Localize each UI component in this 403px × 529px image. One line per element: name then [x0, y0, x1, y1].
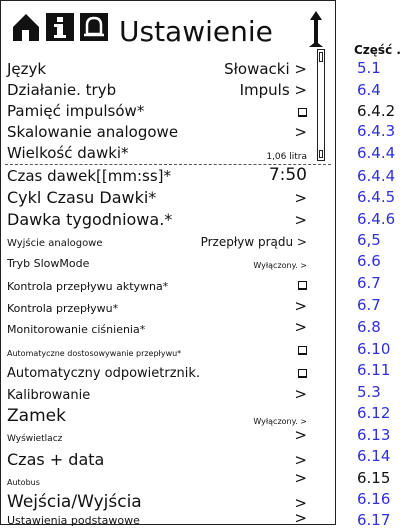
setting-label: Monitorowanie ciśnienia* [7, 323, 146, 336]
setting-checkbox[interactable] [298, 369, 307, 378]
display-header: Ustawienie [1, 1, 335, 57]
setting-value[interactable]: > [294, 451, 307, 469]
up-arrow-icon[interactable] [305, 9, 327, 49]
settings-row[interactable]: Skalowanie analogowe > [7, 121, 307, 141]
setting-value[interactable]: 7:50 [269, 165, 307, 185]
section-reference[interactable]: 6.11 [357, 361, 390, 379]
setting-checkbox[interactable] [298, 108, 307, 117]
setting-label: Cykl Czasu Dawki* [7, 188, 157, 207]
pump-display: Ustawienie Język Słowacki > Działanie. try… [0, 0, 336, 527]
setting-value[interactable]: Słowacki > [224, 60, 307, 78]
setting-label: Wielkość dawki* [7, 144, 129, 162]
setting-value[interactable]: > [294, 318, 307, 336]
setting-label: Wyjście analogowe [7, 238, 103, 249]
section-reference[interactable]: 6.4.5 [357, 188, 395, 206]
setting-value[interactable]: > [294, 426, 307, 444]
section-reference[interactable]: 6.7 [357, 274, 381, 292]
setting-value[interactable]: > [294, 469, 307, 487]
settings-row[interactable]: Wielkość dawki* 1,06 litra [7, 142, 307, 162]
settings-row[interactable]: Pamięć impulsów* [7, 100, 307, 120]
setting-label: Wyświetlacz [7, 434, 63, 444]
setting-value[interactable]: > [294, 211, 307, 229]
section-reference[interactable]: 6.4 [357, 81, 381, 99]
settings-row[interactable]: Zamek Wyłączony. > [7, 405, 307, 426]
settings-row[interactable]: Tryb SlowMode Wyłączony. > [7, 252, 307, 270]
setting-checkbox[interactable] [298, 281, 307, 290]
section-reference[interactable]: 6.7 [357, 296, 381, 314]
setting-label: Zamek [7, 406, 66, 426]
section-reference[interactable]: 6.14 [357, 447, 390, 465]
setting-value[interactable]: 1,06 litra [266, 152, 307, 162]
setting-label: Kontrola przepływu aktywna* [7, 280, 169, 293]
setting-value[interactable]: Wyłączony. > [253, 417, 307, 426]
section-reference: 6.4.2 [357, 102, 396, 120]
setting-value[interactable]: Wyłączony. > [253, 261, 307, 270]
setting-label: Język [7, 60, 47, 78]
setting-label: Skalowanie analogowe [7, 123, 179, 141]
section-reference: 6.15 [357, 469, 391, 487]
section-reference[interactable]: 6.17 [357, 511, 390, 529]
setting-value[interactable]: > [294, 385, 307, 403]
section-reference[interactable]: 5.3 [357, 383, 381, 401]
settings-row[interactable]: Dawka tygodniowa.* > [7, 208, 307, 229]
section-reference[interactable]: 5.1 [357, 59, 381, 77]
setting-label: Kontrola przepływu* [7, 302, 119, 315]
setting-value[interactable]: > [294, 509, 307, 527]
settings-row[interactable]: Kalibrowanie > [7, 384, 307, 403]
section-reference[interactable]: 6,5 [357, 231, 381, 249]
setting-checkbox[interactable] [298, 346, 307, 355]
settings-row[interactable]: Czas + data > [7, 448, 307, 469]
scrollbar-thumb[interactable] [319, 52, 323, 62]
section-column-header: Część . [354, 43, 401, 57]
section-reference[interactable]: 6.4.3 [357, 122, 395, 140]
scrollbar[interactable] [317, 49, 325, 161]
setting-value[interactable]: > [294, 123, 307, 141]
settings-row[interactable]: Język Słowacki > [7, 58, 307, 78]
settings-row[interactable]: Automatyczny odpowietrznik. [7, 362, 307, 381]
section-reference[interactable]: 6.13 [357, 426, 390, 444]
settings-row[interactable]: Autobus > [7, 469, 307, 487]
setting-value[interactable]: Impuls > [240, 81, 307, 99]
section-reference[interactable]: 6.12 [357, 404, 390, 422]
settings-row[interactable]: Kontrola przepływu* > [7, 297, 307, 315]
alarm-bell-icon[interactable] [79, 11, 109, 43]
settings-row[interactable]: Wyświetlacz > [7, 426, 307, 444]
setting-label: Czas + data [7, 450, 105, 469]
setting-label: Czas dawek[[mm:ss]* [7, 167, 171, 185]
home-icon[interactable] [11, 11, 41, 43]
settings-row[interactable]: Działanie. tryb Impuls > [7, 79, 307, 99]
settings-row[interactable]: Cykl Czasu Dawki* > [7, 186, 307, 207]
section-reference[interactable]: 6.8 [357, 318, 381, 336]
setting-value[interactable]: Przepływ prądu > [201, 235, 307, 249]
section-reference[interactable]: 6.4.6 [357, 210, 395, 228]
setting-label: Tryb SlowMode [7, 257, 90, 270]
setting-label: Kalibrowanie [7, 388, 91, 403]
setting-label: Ustawienia podstawowe [7, 514, 140, 527]
setting-label: Dawka tygodniowa.* [7, 210, 173, 229]
setting-label: Wejścia/Wyjścia [7, 492, 142, 512]
setting-value[interactable]: > [294, 297, 307, 315]
settings-row[interactable]: Kontrola przepływu aktywna* [7, 275, 307, 293]
settings-row[interactable]: Wejścia/Wyjścia > [7, 491, 307, 512]
scrollbar-end [319, 150, 323, 158]
section-reference[interactable]: 6.6 [357, 252, 381, 270]
settings-row[interactable]: Monitorowanie ciśnienia* > [7, 318, 307, 336]
section-reference[interactable]: 6.4.4 [357, 167, 395, 185]
section-reference[interactable]: 6.16 [357, 490, 390, 508]
setting-label: Działanie. tryb [7, 81, 117, 99]
settings-row[interactable]: Wyjście analogowe Przepływ prądu > [7, 231, 307, 249]
setting-label: Autobus [7, 478, 40, 487]
settings-row[interactable]: Automatyczne dostosowywanie przepływu* [7, 341, 307, 358]
section-reference[interactable]: 6.10 [357, 340, 390, 358]
page-title: Ustawienie [119, 15, 273, 48]
info-icon[interactable] [45, 11, 75, 43]
setting-label: Automatyczny odpowietrznik. [7, 366, 201, 381]
settings-row[interactable]: Czas dawek[[mm:ss]* 7:50 [7, 164, 307, 185]
section-reference[interactable]: 6.4.4 [357, 144, 395, 162]
setting-label: Automatyczne dostosowywanie przepływu* [7, 349, 182, 358]
setting-value[interactable]: > [294, 189, 307, 207]
setting-label: Pamięć impulsów* [7, 102, 145, 120]
